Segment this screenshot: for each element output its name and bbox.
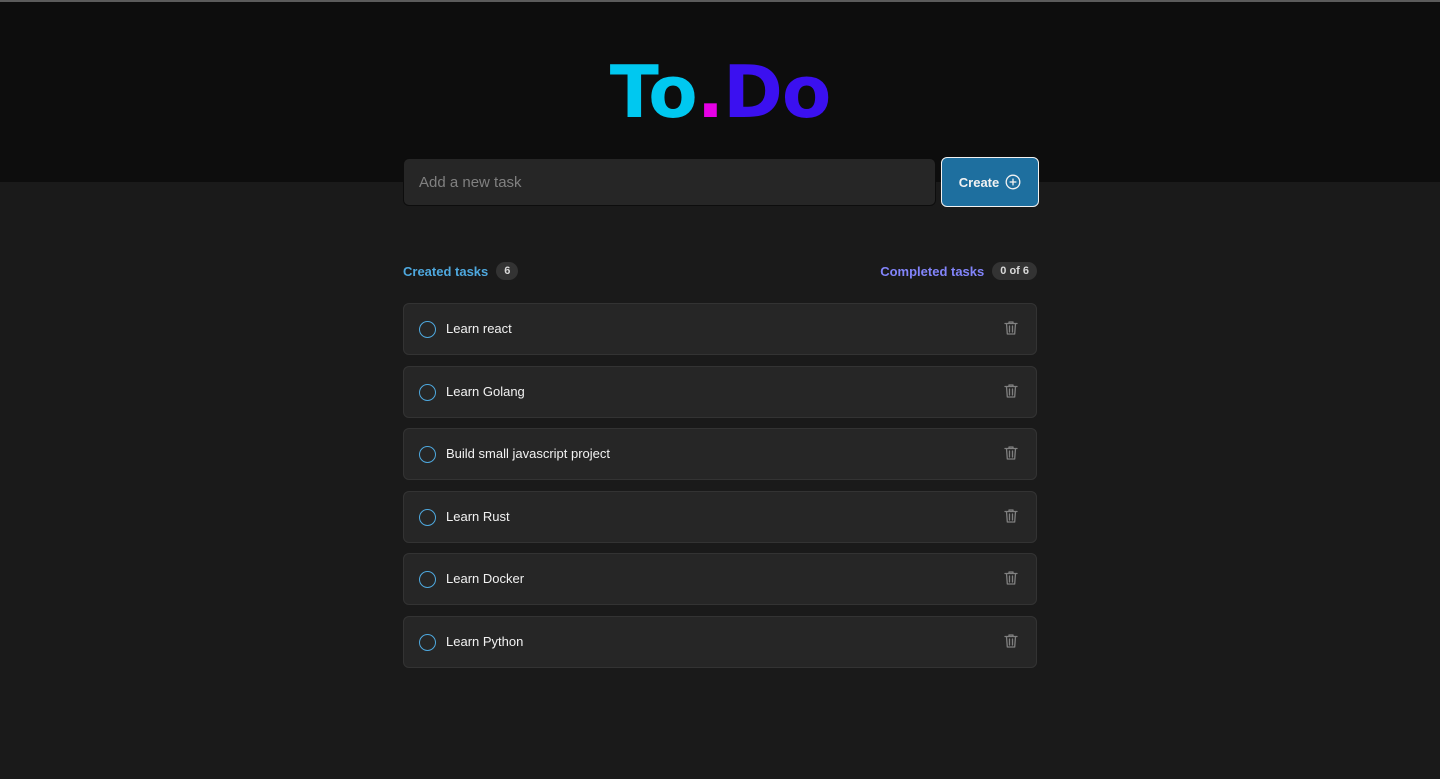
task-list: Learn react Learn Golang Build small jav… [403,303,1037,679]
task-item: Learn Python [403,615,1037,668]
trash-icon[interactable] [1002,444,1020,462]
create-button[interactable]: Create [941,157,1039,207]
logo-to: To [609,50,698,134]
task-text: Learn react [446,321,512,336]
trash-icon[interactable] [1002,507,1020,525]
task-item: Learn Docker [403,553,1037,606]
circle-outline-icon[interactable] [419,571,436,589]
new-task-form: Create [403,157,1039,207]
task-item: Learn Golang [403,365,1037,418]
plus-circle-icon [1005,174,1021,190]
circle-outline-icon[interactable] [419,633,436,651]
new-task-input[interactable] [403,158,936,206]
app-logo: To.Do [0,52,1440,132]
circle-outline-icon[interactable] [419,321,436,338]
completed-tasks-badge: 0 of 6 [992,262,1037,280]
trash-icon[interactable] [1002,632,1020,650]
task-text: Learn Rust [446,508,510,524]
logo-dot: . [696,50,724,134]
trash-icon[interactable] [1002,569,1020,587]
created-tasks-counter: Created tasks 6 [403,262,519,280]
circle-outline-icon[interactable] [419,508,436,526]
circle-outline-icon[interactable] [419,383,436,401]
logo-do: Do [723,50,831,134]
created-tasks-badge: 6 [496,262,519,280]
task-text: Learn Golang [446,383,525,399]
task-text: Build small javascript project [446,446,611,462]
task-item: Learn react [403,303,1037,355]
task-item: Learn Rust [403,490,1037,543]
completed-tasks-counter: Completed tasks 0 of 6 [880,262,1037,280]
trash-icon[interactable] [1002,319,1020,337]
created-tasks-label: Created tasks [403,263,489,279]
create-button-label: Create [958,174,1000,190]
trash-icon[interactable] [1002,382,1020,400]
task-text: Learn Python [446,633,524,649]
task-item: Build small javascript project [403,428,1037,481]
task-text: Learn Docker [446,571,525,587]
task-counters: Created tasks 6 Completed tasks 0 of 6 [403,262,1037,282]
circle-outline-icon[interactable] [419,446,436,464]
completed-tasks-label: Completed tasks [880,263,985,279]
